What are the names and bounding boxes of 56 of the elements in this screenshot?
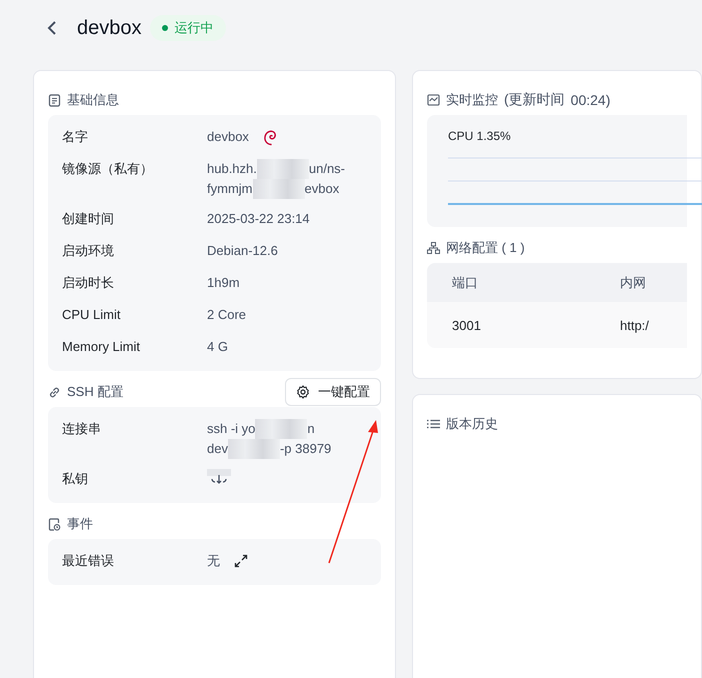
list-icon <box>427 419 440 429</box>
status-badge: 运行中 <box>150 15 226 41</box>
redaction-blur <box>228 439 280 459</box>
monitor-icon <box>427 94 440 106</box>
redaction-blur <box>256 159 309 179</box>
gear-icon <box>296 385 310 399</box>
field-value: ssh -i yo <box>207 420 256 438</box>
field-value: dev <box>207 440 228 458</box>
page-title: devbox <box>77 16 142 40</box>
table-cell-text: http:/ <box>620 318 650 332</box>
field-label: CPU Limit <box>62 306 122 324</box>
field-label: 连接串 <box>62 420 102 438</box>
field-label: 创建时间 <box>62 210 115 228</box>
update-label: (更新时间 <box>504 91 565 109</box>
field-value: -p 38979 <box>280 440 332 458</box>
field-label: 私钥 <box>62 470 89 488</box>
config-button[interactable]: 一键配置 <box>285 378 381 406</box>
section-title: 版本历史 <box>446 415 498 433</box>
field-label: 名字 <box>62 128 89 146</box>
column-header: 内网 <box>620 274 647 292</box>
redaction-blur <box>252 179 304 199</box>
update-time: 00:24) <box>570 92 610 108</box>
section-title: 事件 <box>67 515 93 533</box>
field-value: un/ns- <box>308 160 346 178</box>
field-value: evbox <box>304 180 340 198</box>
field-value: 4 G <box>207 338 228 356</box>
field-label: 最近错误 <box>62 552 115 570</box>
field-value: devbox <box>207 128 249 146</box>
field-value: fymmjm <box>207 180 252 198</box>
field-value: hub.hzh. <box>207 160 257 178</box>
document-icon <box>48 94 61 106</box>
section-title: 基础信息 <box>67 91 119 109</box>
column-header: 端口 <box>452 274 479 292</box>
field-label: 启动时长 <box>62 274 115 292</box>
section-title: 实时监控 <box>446 91 498 109</box>
field-label: 启动环境 <box>62 242 115 260</box>
field-value: 1h9m <box>207 274 240 292</box>
field-value: 2025-03-22 23:14 <box>207 210 310 228</box>
expand-icon[interactable] <box>234 554 248 568</box>
field-label: Memory Limit <box>62 338 142 356</box>
clock-document-icon <box>48 518 61 530</box>
section-title: SSH 配置 <box>67 383 124 401</box>
section-title: 网络配置 ( 1 ) <box>446 239 525 257</box>
cpu-usage: CPU 1.35% <box>448 129 512 143</box>
field-label: 镜像源（私有） <box>62 160 154 178</box>
field-value: Debian-12.6 <box>207 242 278 260</box>
download-icon[interactable] <box>207 469 231 485</box>
table-cell-text: 3001 <box>452 318 482 332</box>
redaction-blur <box>255 419 308 439</box>
field-value: 无 <box>207 552 220 570</box>
swirl-logo-icon <box>262 128 277 146</box>
back-icon[interactable] <box>47 20 57 36</box>
field-value: n <box>307 420 315 438</box>
field-value: 2 Core <box>207 306 246 324</box>
link-icon <box>48 386 61 398</box>
network-icon <box>427 242 440 254</box>
